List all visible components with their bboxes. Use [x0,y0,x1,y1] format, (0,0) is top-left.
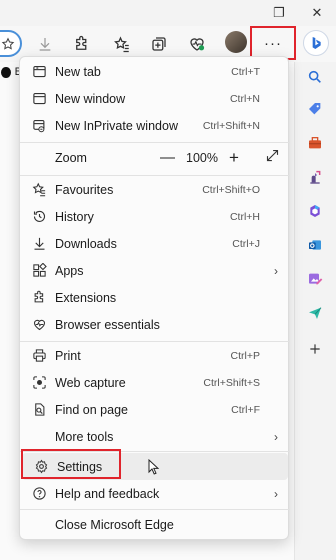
menu-item-label: Find on page [55,402,128,417]
tools-icon[interactable] [304,132,326,154]
menu-item-new-inprivate-window[interactable]: New InPrivate window Ctrl+Shift+N [20,112,290,139]
zoom-out-button[interactable]: — [160,149,175,166]
extensions-icon[interactable] [70,32,94,56]
shopping-tag-icon[interactable] [304,98,326,120]
favourites-icon[interactable] [110,32,134,56]
outlook-icon[interactable] [304,234,326,256]
inprivate-icon [30,117,48,135]
menu-item-label: Print [55,348,81,363]
new-tab-icon [30,63,48,81]
restore-icon[interactable]: ❐ [268,4,290,22]
print-icon [30,347,48,365]
download-icon [30,235,48,253]
chevron-right-icon: › [274,429,278,444]
menu-item-downloads[interactable]: Downloads Ctrl+J [20,230,290,257]
search-icon[interactable] [304,66,326,88]
help-icon [30,485,48,503]
favourite-site-icon[interactable] [1,66,11,78]
extensions-icon [30,289,48,307]
menu-item-shortcut: Ctrl+N [229,92,260,105]
menu-item-label: Favourites [55,182,114,197]
menu-item-shortcut: Ctrl+J [232,237,260,250]
menu-item-label: Browser essentials [55,317,160,332]
menu-item-web-capture[interactable]: Web capture Ctrl+Shift+S [20,369,290,396]
sidebar [294,62,336,560]
favourites-icon [30,181,48,199]
menu-item-favourites[interactable]: Favourites Ctrl+Shift+O [20,176,290,203]
profile-avatar[interactable] [225,31,247,53]
menu-divider [20,509,290,510]
more-icon: ··· [264,34,282,52]
menu-item-apps[interactable]: Apps › [20,257,290,284]
close-icon[interactable]: ✕ [306,4,328,22]
menu-item-print[interactable]: Print Ctrl+P [20,342,290,369]
browser-essentials-icon[interactable] [185,32,209,56]
menu-item-shortcut: Ctrl+T [231,65,260,78]
menu-item-browser-essentials[interactable]: Browser essentials [20,311,290,338]
collections-icon[interactable] [147,32,171,56]
favourite-star-icon[interactable] [1,37,15,51]
menu-item-shortcut: Ctrl+Shift+N [202,119,260,132]
menu-item-label: New InPrivate window [55,118,178,133]
menu-item-shortcut: Ctrl+Shift+S [203,376,260,389]
menu-item-label: History [55,209,94,224]
menu-item-more-tools[interactable]: More tools › [20,423,290,450]
menu-item-shortcut: Ctrl+Shift+O [202,183,260,196]
mouse-cursor-icon [148,459,160,475]
menu-item-new-tab[interactable]: New tab Ctrl+T [20,58,290,85]
settings-highlight-box [21,449,121,479]
restore-glyph: ❐ [273,5,285,20]
menu-item-label: New tab [55,64,101,79]
web-capture-icon [30,374,48,392]
more-button[interactable]: ··· [250,26,296,60]
games-icon[interactable] [304,166,326,188]
history-icon [30,208,48,226]
fullscreen-icon[interactable] [265,148,280,168]
menu-item-label: Help and feedback [55,486,160,501]
chevron-right-icon: › [274,486,278,501]
add-icon[interactable] [304,338,326,360]
menu-item-help-and-feedback[interactable]: Help and feedback › [20,480,290,507]
chevron-right-icon: › [274,263,278,278]
zoom-in-button[interactable]: + [229,148,239,168]
menu-item-label: Web capture [55,375,126,390]
menu-item-label: Close Microsoft Edge [55,517,174,532]
address-bar[interactable] [0,30,22,57]
bing-copilot-icon[interactable] [303,30,329,56]
designer-icon[interactable] [304,268,326,290]
menu-item-find-on-page[interactable]: Find on page Ctrl+F [20,396,290,423]
new-window-icon [30,90,48,108]
menu-item-new-window[interactable]: New window Ctrl+N [20,85,290,112]
settings-and-more-menu: New tab Ctrl+T New window Ctrl+N New InP… [19,56,290,540]
menu-item-label: New window [55,91,126,106]
menu-item-label: Downloads [55,236,117,251]
menu-item-extensions[interactable]: Extensions [20,284,290,311]
find-icon [30,401,48,419]
menu-item-zoom: Zoom — 100% + [20,143,290,172]
zoom-label: Zoom [55,150,87,165]
title-bar: ❐ ✕ [0,0,336,26]
send-icon[interactable] [304,302,326,324]
menu-item-label: Apps [55,263,84,278]
menu-item-label: More tools [55,429,114,444]
menu-item-shortcut: Ctrl+H [229,210,260,223]
menu-item-history[interactable]: History Ctrl+H [20,203,290,230]
zoom-level: 100% [186,150,218,165]
menu-item-shortcut: Ctrl+F [231,403,260,416]
menu-item-label: Extensions [55,290,117,305]
menu-item-close-microsoft-edge[interactable]: Close Microsoft Edge [20,511,290,538]
close-glyph: ✕ [311,5,323,20]
browser-essentials-icon [30,316,48,334]
microsoft-365-icon[interactable] [304,200,326,222]
apps-icon [30,262,48,280]
menu-item-shortcut: Ctrl+P [230,349,260,362]
download-icon[interactable] [33,32,57,56]
